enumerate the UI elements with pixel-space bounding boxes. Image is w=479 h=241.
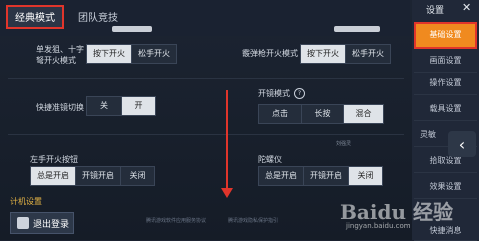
gyroscope-label: 陀螺仪 (258, 155, 282, 164)
scope-mode-label: 开镜模式? (258, 88, 305, 99)
shotgun-fire-segmented: 按下开火 松手开火 (300, 44, 391, 64)
left-fire-segmented: 总是开启 开镜开启 关闭 (30, 166, 155, 186)
annotation-arrow-shaft (226, 90, 228, 190)
section-label-partial: 计机设置 (10, 197, 42, 206)
watermark-url: jingyan.baidu.com (346, 222, 411, 230)
tab-classic-mode[interactable]: 经典模式 (6, 5, 64, 29)
quick-scope-segmented: 关 开 (86, 96, 156, 116)
service-agreement-link[interactable]: 腾讯游戏软件应用服务协议 (146, 217, 206, 224)
option-release-fire[interactable]: 松手开火 (131, 45, 176, 63)
mode-tab-bar: 经典模式 团队竞技 (0, 0, 410, 36)
option-tap[interactable]: 点击 (259, 105, 301, 123)
option-off[interactable]: 关 (87, 97, 121, 115)
chevron-left-icon[interactable]: ‹ (448, 131, 476, 157)
tab-team-deathmatch[interactable]: 团队竞技 (78, 9, 118, 24)
fire-mode-segmented: 按下开火 松手开火 (86, 44, 177, 64)
option-press-fire[interactable]: 按下开火 (301, 45, 345, 63)
option-release-fire[interactable]: 松手开火 (345, 45, 390, 63)
quick-scope-label: 快捷准镜切换 (36, 103, 84, 112)
option-always-on[interactable]: 总是开启 (259, 167, 303, 185)
watermark-small-text: 刘强灵 (336, 141, 352, 147)
privacy-link[interactable]: 腾讯游戏隐私保护指引 (228, 217, 278, 224)
logout-icon (17, 217, 29, 229)
option-press-fire[interactable]: 按下开火 (87, 45, 131, 63)
sidebar-item-controls[interactable]: 操作设置 (414, 72, 477, 95)
logout-label: 退出登录 (33, 219, 70, 230)
divider (8, 134, 404, 135)
close-icon[interactable]: ✕ (462, 1, 471, 14)
option-on-when-scoped[interactable]: 开镜开启 (75, 167, 120, 185)
fire-mode-label: 单发狙、十字 弩开火模式 (36, 45, 84, 65)
left-fire-label: 左手开火按钮 (30, 155, 78, 164)
help-icon[interactable]: ? (294, 88, 305, 99)
option-on[interactable]: 开 (121, 97, 155, 115)
shotgun-fire-label: 霰弹枪开火模式 (242, 49, 298, 58)
sidebar-item-vehicle[interactable]: 载具设置 (414, 98, 477, 121)
option-hold[interactable]: 长按 (301, 105, 343, 123)
option-off[interactable]: 关闭 (348, 167, 382, 185)
gyroscope-segmented: 总是开启 开镜开启 关闭 (258, 166, 383, 186)
divider (8, 78, 404, 79)
sidebar-item-graphics[interactable]: 画面设置 (414, 50, 477, 73)
sidebar-title: 设置 (426, 6, 445, 16)
annotation-arrow-head (221, 188, 233, 198)
scroll-strip (112, 26, 152, 32)
option-off[interactable]: 关闭 (120, 167, 154, 185)
sidebar-item-basic[interactable]: 基础设置 (414, 22, 477, 49)
scope-mode-segmented: 点击 长按 混合 (258, 104, 384, 124)
logout-button[interactable]: 退出登录 (10, 212, 74, 234)
option-mixed[interactable]: 混合 (343, 105, 383, 123)
scroll-strip (334, 26, 380, 32)
option-always-on[interactable]: 总是开启 (31, 167, 75, 185)
option-on-when-scoped[interactable]: 开镜开启 (303, 167, 348, 185)
game-settings-screen: 经典模式 团队竞技 单发狙、十字 弩开火模式 按下开火 松手开火 霰弹枪开火模式… (0, 0, 479, 241)
